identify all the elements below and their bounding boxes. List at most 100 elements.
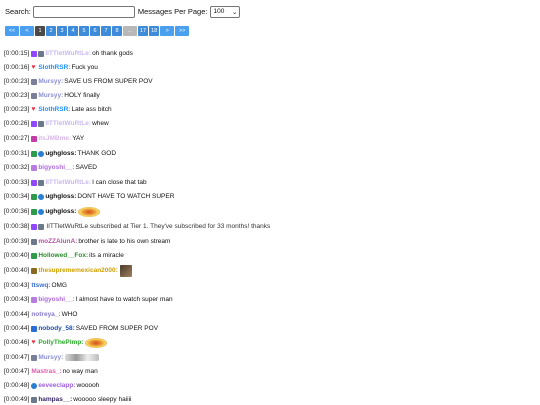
user-badge-icon — [38, 179, 45, 186]
last-page-button[interactable]: >> — [175, 26, 190, 36]
chat-message: [0:00:38] IITTletWuRtLe subscribed at Tie… — [4, 221, 270, 232]
message-text: SAVED — [75, 164, 97, 171]
chat-message: [0:00:27] itsJMBme: YAY — [4, 133, 84, 144]
page-button-3[interactable]: 3 — [57, 26, 67, 36]
per-page-select[interactable]: 100 ⌄ — [210, 5, 241, 18]
chat-message: [0:00:34] ughgloss: DONT HAVE TO WATCH SUP… — [4, 191, 174, 202]
heart-badge-icon: ♥ — [31, 105, 36, 113]
message-text: HOLY finally — [64, 92, 100, 99]
message-username[interactable]: ughgloss: — [45, 150, 76, 157]
chat-message: [0:00:43] bigyoshi__: I almost have to wat… — [4, 294, 173, 305]
page-button-1[interactable]: 1 — [35, 26, 45, 36]
message-text: whew — [92, 120, 109, 127]
user-badge-icon — [31, 193, 38, 200]
message-timestamp: [0:00:33] — [4, 179, 30, 186]
subscriber-badge-icon — [31, 223, 38, 230]
message-username[interactable]: bigyoshi__: — [38, 296, 74, 303]
message-username[interactable]: IITTletWuRtLe: — [45, 120, 91, 127]
wave-badge-icon — [38, 193, 45, 200]
user-badge-icon — [31, 325, 38, 332]
message-username[interactable]: Hollowed__Fox: — [38, 252, 88, 259]
chat-message: [0:00:26] IITTletWuRtLe: whew — [4, 118, 109, 129]
wave-badge-icon — [38, 208, 45, 215]
chat-message: [0:00:16] ♥ SlothRSR: Fuck you — [4, 62, 98, 73]
user-badge-icon — [31, 354, 38, 361]
next-page-button[interactable]: > — [160, 26, 175, 36]
user-badge-icon — [31, 296, 38, 303]
chat-message: [0:00:47] Mursyy: — [4, 352, 100, 363]
message-timestamp: [0:00:44] — [4, 311, 30, 318]
page-ellipsis[interactable]: ... — [123, 26, 137, 36]
chat-message: [0:00:43] ttswq: OMG — [4, 280, 67, 291]
message-username[interactable]: ughgloss: — [45, 193, 76, 200]
message-username[interactable]: Mursyy: — [38, 354, 63, 361]
message-username[interactable]: PollyThePimp: — [38, 339, 83, 346]
page-button-8[interactable]: 8 — [112, 26, 122, 36]
prev-page-button[interactable]: < — [20, 26, 34, 36]
page-button-5[interactable]: 5 — [79, 26, 89, 36]
chat-message: [0:00:40] Hollowed__Fox: its a miracle — [4, 250, 124, 261]
search-label: Search: — [5, 7, 31, 16]
message-username[interactable]: notreya_: — [31, 311, 60, 318]
message-username[interactable]: ughgloss: — [45, 208, 76, 215]
message-text: Fuck you — [71, 64, 98, 71]
user-badge-icon — [31, 252, 38, 259]
heart-badge-icon: ♥ — [31, 63, 36, 71]
per-page-label: Messages Per Page: — [137, 7, 208, 16]
wave-badge-icon — [31, 382, 38, 389]
subscriber-badge-icon — [31, 179, 38, 186]
message-timestamp: [0:00:23] — [4, 78, 30, 85]
page-button-2[interactable]: 2 — [46, 26, 56, 36]
message-timestamp: [0:00:32] — [4, 164, 30, 171]
message-text: DONT HAVE TO WATCH SUPER — [77, 193, 175, 200]
message-username[interactable]: Mursyy: — [38, 92, 63, 99]
message-text: oh thank gods — [92, 50, 133, 57]
chat-message: [0:00:15] IITTletWuRtLe: oh thank gods — [4, 48, 133, 59]
message-username[interactable]: SlothRSR: — [38, 106, 70, 113]
message-text: I almost have to watch super man — [75, 296, 173, 303]
message-timestamp: [0:00:47] — [4, 354, 30, 361]
message-username[interactable]: thesuprememexican2000: — [38, 267, 118, 274]
chat-message: [0:00:44] nobody_58: SAVED FROM SUPER POV — [4, 323, 158, 334]
user-badge-icon — [31, 267, 38, 274]
message-username[interactable]: nobody_58: — [38, 325, 74, 332]
message-username[interactable]: bigyoshi__: — [38, 164, 74, 171]
message-username[interactable]: IITTletWuRtLe: — [45, 179, 91, 186]
chat-message: [0:00:32] bigyoshi__: SAVED — [4, 162, 97, 173]
message-text: WHO — [61, 311, 78, 318]
message-text: brother is late to his own stream — [78, 238, 171, 245]
heart-badge-icon: ♥ — [31, 338, 36, 346]
user-badge-icon — [31, 78, 38, 85]
message-username[interactable]: ttswq: — [31, 282, 50, 289]
message-username[interactable]: IITTletWuRtLe: — [45, 50, 91, 57]
page-button-6[interactable]: 6 — [90, 26, 100, 36]
message-username[interactable]: itsJMBme: — [38, 135, 71, 142]
page-button-18[interactable]: 18 — [149, 26, 160, 36]
message-timestamp: [0:00:46] — [4, 339, 30, 346]
chat-message: [0:00:40] thesuprememexican2000: — [4, 264, 132, 277]
page-button-4[interactable]: 4 — [68, 26, 78, 36]
page-button-17[interactable]: 17 — [138, 26, 149, 36]
first-page-button[interactable]: << — [5, 26, 19, 36]
message-username[interactable]: SlothRSR: — [38, 64, 70, 71]
message-text: YAY — [72, 135, 85, 142]
chat-message: [0:00:23] Mursyy: HOLY finally — [4, 90, 100, 101]
message-timestamp: [0:00:43] — [4, 282, 30, 289]
emote-icon — [78, 206, 101, 217]
chevron-down-icon: ⌄ — [232, 8, 238, 16]
chat-message: [0:00:39] moZZAlunA: brother is late to hi… — [4, 236, 170, 247]
message-username[interactable]: moZZAlunA: — [38, 238, 77, 245]
page-button-7[interactable]: 7 — [101, 26, 111, 36]
message-username[interactable]: Mastras_: — [31, 368, 61, 375]
message-username[interactable]: eeveeclapp: — [38, 382, 75, 389]
message-timestamp: [0:00:31] — [4, 150, 30, 157]
user-badge-icon — [38, 120, 45, 127]
search-input[interactable] — [32, 5, 135, 18]
chat-message: [0:00:44] notreya_: WHO — [4, 309, 77, 320]
message-text: its a miracle — [89, 252, 124, 259]
chat-message: [0:00:36] ughgloss: — [4, 206, 101, 217]
user-badge-icon — [38, 50, 45, 57]
chat-message: [0:00:23] Mursyy: SAVE US FROM SUPER POV — [4, 76, 153, 87]
message-username[interactable]: Mursyy: — [38, 78, 63, 85]
message-timestamp: [0:00:44] — [4, 325, 30, 332]
